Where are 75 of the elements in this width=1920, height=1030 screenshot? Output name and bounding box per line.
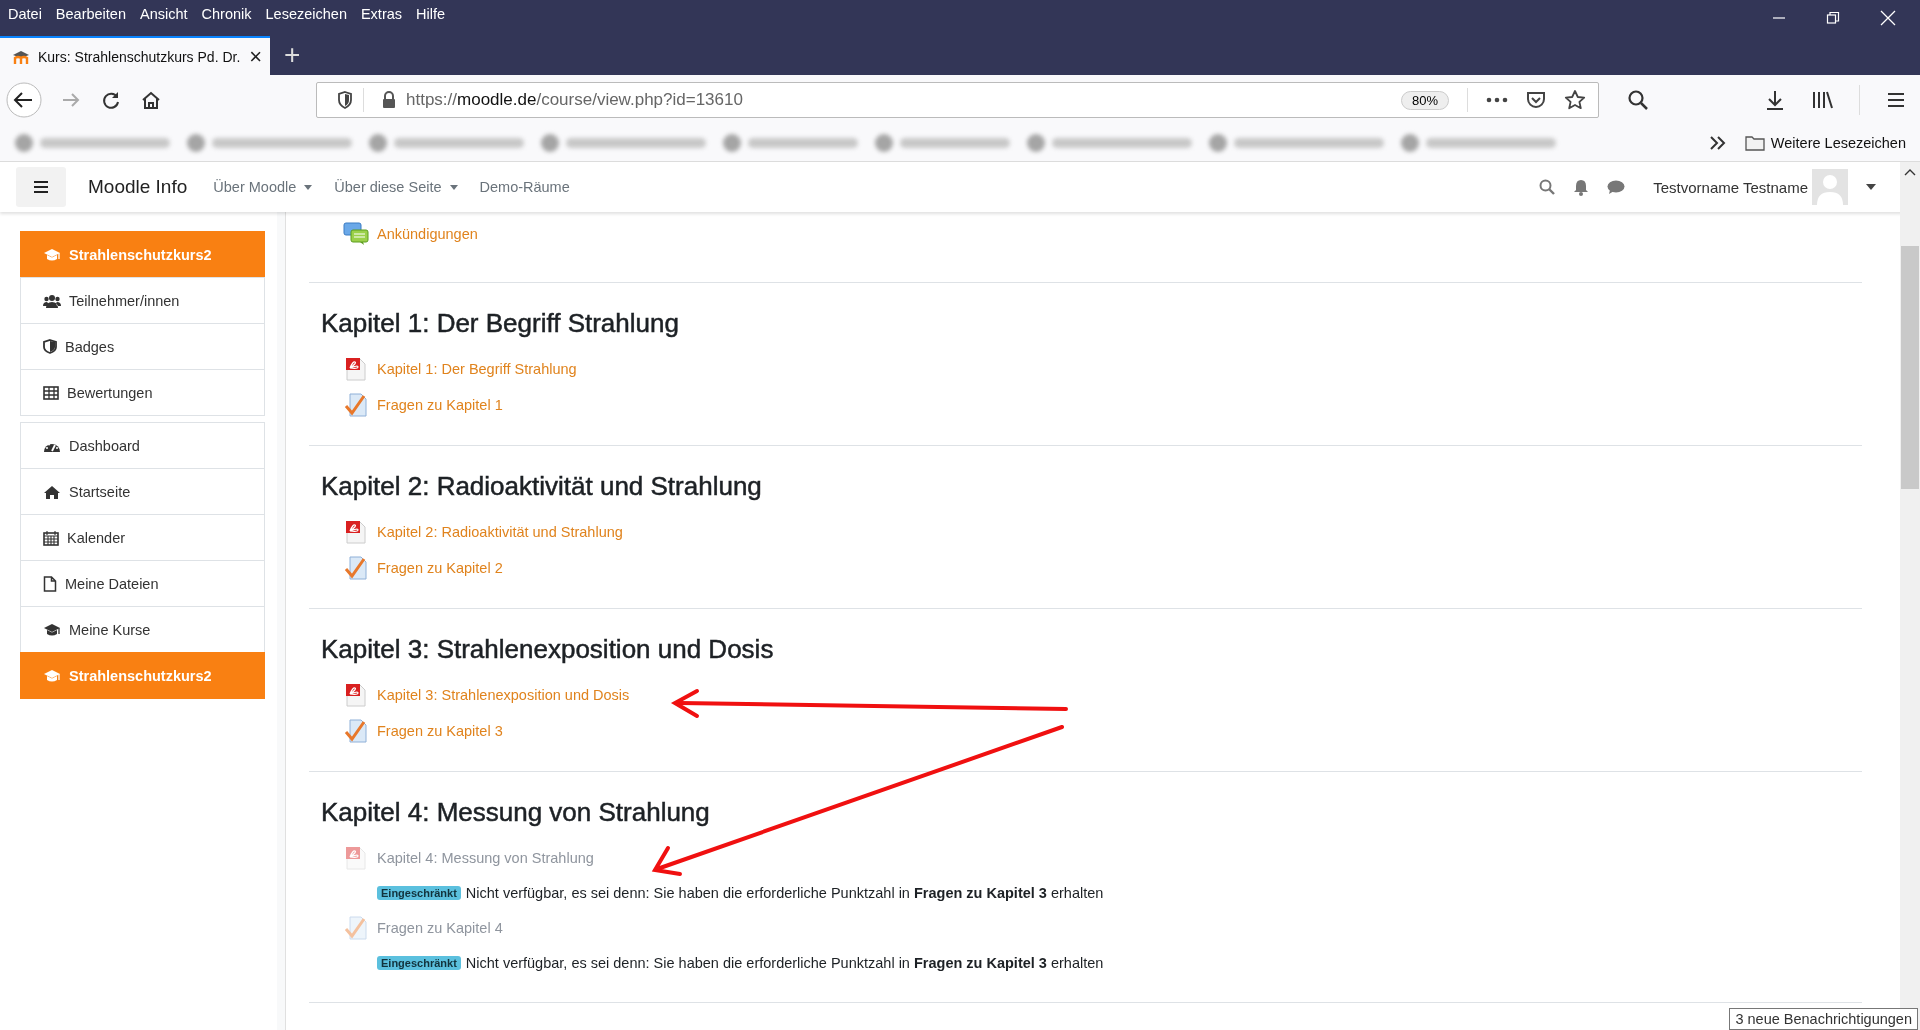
bookmarks-folder[interactable]: Weitere Lesezeichen [1744, 135, 1906, 151]
home-icon[interactable] [140, 89, 162, 111]
menu-item[interactable]: Hilfe [416, 6, 446, 22]
more-icon[interactable] [1486, 97, 1508, 103]
checkmark-document-icon [343, 393, 369, 417]
restriction-badge: Eingeschränkt [377, 956, 461, 970]
sidebar-item[interactable]: Startseite [20, 468, 265, 515]
pdf-icon [343, 357, 369, 381]
graduation-cap-icon [43, 668, 61, 683]
menu-button[interactable] [16, 167, 66, 207]
sidebar-item[interactable]: Kalender [20, 514, 265, 561]
address-bar[interactable]: https://moodle.de/course/view.php?id=13610 80% [316, 82, 1599, 118]
sidebar-item[interactable]: Bewertungen [20, 369, 265, 416]
graduation-cap-icon [43, 247, 61, 262]
menu-icon[interactable] [1886, 91, 1906, 109]
calendar-icon [43, 529, 59, 546]
restriction-text: Nicht verfügbar, es sei denn: Sie haben die erforderliche Punktzahl in Fragen zu Kapitel 3 erhalten [465, 955, 1104, 971]
chat-bubbles-icon [343, 222, 369, 246]
shield-icon[interactable] [337, 91, 353, 109]
user-name[interactable]: Testvorname Testname [1653, 178, 1808, 196]
caret-icon[interactable] [1866, 184, 1876, 190]
restriction-badge: Eingeschränkt [377, 886, 461, 900]
zoom-level-button[interactable]: 80% [1400, 90, 1449, 110]
nav-menu[interactable]: Über Moodle [213, 179, 313, 195]
section-heading: Kapitel 1: Der Begriff Strahlung [321, 308, 680, 339]
menu-item[interactable]: Chronik [201, 6, 252, 22]
pdf-icon [343, 683, 369, 707]
library-icon[interactable] [1811, 90, 1833, 110]
menu-item[interactable]: Datei [8, 6, 42, 22]
graduation-cap-icon [43, 622, 61, 637]
hat-icon [12, 48, 30, 65]
close-icon[interactable] [1880, 10, 1896, 26]
arrow-up-icon[interactable] [1904, 168, 1916, 176]
download-icon[interactable] [1765, 89, 1785, 111]
section-heading: Kapitel 2: Radioaktivität und Strahlung [321, 471, 763, 502]
sidebar-item[interactable]: Meine Dateien [20, 560, 265, 607]
sidebar-item[interactable]: Badges [20, 323, 265, 370]
menu-item[interactable]: Ansicht [140, 6, 188, 22]
back-button[interactable] [6, 82, 42, 118]
menu-item[interactable]: Lesezeichen [265, 6, 347, 22]
new-tab-button[interactable]: + [270, 39, 301, 75]
notification-tooltip: 3 neue Benachrichtigungen [1729, 1008, 1918, 1030]
search-icon[interactable] [1627, 89, 1649, 111]
section-heading: Kapitel 3: Strahlenexposition und Dosis [321, 634, 775, 665]
restore-icon[interactable] [1826, 11, 1840, 25]
menu-icon [33, 180, 49, 194]
tab-close-button[interactable]: × [249, 43, 262, 70]
site-name[interactable]: Moodle Info [88, 176, 188, 198]
pocket-icon[interactable] [1526, 90, 1546, 110]
sidebar-item[interactable]: Teilnehmer/innen [20, 277, 265, 324]
folder-icon [1744, 135, 1765, 151]
checkmark-document-icon [343, 719, 369, 743]
menu-item[interactable]: Extras [360, 6, 403, 22]
lock-icon [382, 91, 396, 109]
nav-menu[interactable]: Demo-Räume [479, 179, 570, 195]
sidebar-item[interactable]: Dashboard [20, 422, 265, 469]
people-icon [43, 293, 61, 308]
chevron-icon[interactable] [1708, 135, 1727, 151]
table-icon [43, 385, 59, 400]
checkmark-document-icon [343, 916, 369, 940]
restriction-text: Nicht verfügbar, es sei denn: Sie haben die erforderliche Punktzahl in Fragen zu Kapitel 3 erhalten [465, 885, 1104, 901]
pdf-icon [343, 846, 369, 870]
section-heading: Kapitel 4: Messung von Strahlung [321, 797, 711, 828]
pdf-icon [343, 520, 369, 544]
bell-icon[interactable] [1573, 178, 1590, 196]
nav-menu[interactable]: Über diese Seite [334, 179, 458, 195]
shield-icon [43, 339, 57, 354]
star-icon[interactable] [1564, 89, 1586, 111]
home-icon [43, 484, 61, 499]
chat-icon[interactable] [1607, 179, 1626, 195]
checkmark-document-icon [343, 556, 369, 580]
sidebar-item[interactable]: Meine Kurse [20, 606, 265, 653]
document-icon [43, 575, 57, 592]
browser-tab[interactable]: Kurs: Strahlenschutzkurs Pd. Dr. × [0, 36, 270, 75]
menu-item[interactable]: Bearbeiten [55, 6, 126, 22]
